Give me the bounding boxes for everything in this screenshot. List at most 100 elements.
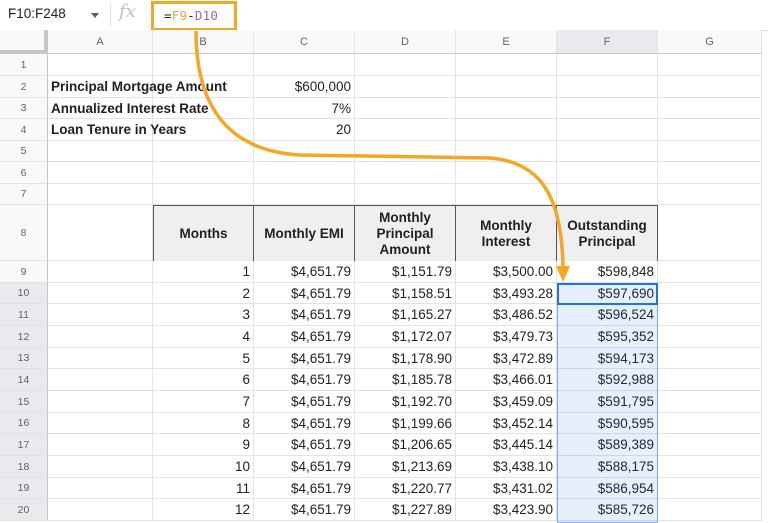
- table-cell[interactable]: $3,479.73: [456, 326, 557, 348]
- table-cell[interactable]: 2: [153, 283, 254, 304]
- name-box-dropdown-icon[interactable]: [91, 13, 99, 18]
- cell-a10[interactable]: [48, 283, 153, 304]
- cell-a17[interactable]: [48, 434, 153, 456]
- input-value[interactable]: $600,000: [254, 76, 355, 98]
- table-cell[interactable]: $1,151.79: [355, 261, 456, 283]
- cell-a16[interactable]: [48, 413, 153, 434]
- row-header-8[interactable]: 8: [0, 205, 48, 261]
- table-cell[interactable]: $597,690: [557, 283, 658, 304]
- table-cell[interactable]: $4,651.79: [254, 478, 355, 499]
- table-cell[interactable]: $1,185.78: [355, 369, 456, 391]
- cell-g2[interactable]: [658, 76, 762, 98]
- cell-a5[interactable]: [48, 141, 153, 162]
- cell-e7[interactable]: [456, 184, 557, 205]
- cell-b1[interactable]: [153, 54, 254, 76]
- cell-d7[interactable]: [355, 184, 456, 205]
- cell-e6[interactable]: [456, 162, 557, 184]
- cell-g10[interactable]: [658, 283, 762, 304]
- table-cell[interactable]: $1,227.89: [355, 499, 456, 521]
- table-cell[interactable]: 4: [153, 326, 254, 348]
- cell-g6[interactable]: [658, 162, 762, 184]
- cell-d1[interactable]: [355, 54, 456, 76]
- table-cell[interactable]: $589,389: [557, 434, 658, 456]
- table-cell[interactable]: $3,423.90: [456, 499, 557, 521]
- row-header-14[interactable]: 14: [0, 369, 48, 391]
- cell-g1[interactable]: [658, 54, 762, 76]
- cell-g14[interactable]: [658, 369, 762, 391]
- cell-g3[interactable]: [658, 98, 762, 119]
- table-cell[interactable]: $3,445.14: [456, 434, 557, 456]
- table-cell[interactable]: 5: [153, 348, 254, 369]
- row-header-18[interactable]: 18: [0, 456, 48, 478]
- cell-c1[interactable]: [254, 54, 355, 76]
- table-cell[interactable]: $3,493.28: [456, 283, 557, 304]
- cell-g19[interactable]: [658, 478, 762, 499]
- row-header-5[interactable]: 5: [0, 141, 48, 162]
- cell-b5[interactable]: [153, 141, 254, 162]
- table-cell[interactable]: $3,431.02: [456, 478, 557, 499]
- cell-f7[interactable]: [557, 184, 658, 205]
- cell-g9[interactable]: [658, 261, 762, 283]
- cell-e2[interactable]: [456, 76, 557, 98]
- table-cell[interactable]: 8: [153, 413, 254, 434]
- row-header-12[interactable]: 12: [0, 326, 48, 348]
- table-cell[interactable]: $1,178.90: [355, 348, 456, 369]
- table-cell[interactable]: $4,651.79: [254, 283, 355, 304]
- cell-a13[interactable]: [48, 348, 153, 369]
- cell-a7[interactable]: [48, 184, 153, 205]
- row-header-13[interactable]: 13: [0, 348, 48, 369]
- table-cell[interactable]: $4,651.79: [254, 499, 355, 521]
- cell-g16[interactable]: [658, 413, 762, 434]
- table-cell[interactable]: $1,172.07: [355, 326, 456, 348]
- table-cell[interactable]: $4,651.79: [254, 391, 355, 413]
- row-header-16[interactable]: 16: [0, 413, 48, 434]
- cell-f1[interactable]: [557, 54, 658, 76]
- table-cell[interactable]: $4,651.79: [254, 434, 355, 456]
- cell-g7[interactable]: [658, 184, 762, 205]
- cell-g5[interactable]: [658, 141, 762, 162]
- column-header-e[interactable]: E: [456, 30, 557, 54]
- column-header-b[interactable]: B: [153, 30, 254, 54]
- table-cell[interactable]: $1,213.69: [355, 456, 456, 478]
- table-cell[interactable]: $1,220.77: [355, 478, 456, 499]
- row-header-3[interactable]: 3: [0, 98, 48, 119]
- table-cell[interactable]: $1,165.27: [355, 304, 456, 326]
- row-header-6[interactable]: 6: [0, 162, 48, 184]
- cell-e1[interactable]: [456, 54, 557, 76]
- table-cell[interactable]: 6: [153, 369, 254, 391]
- row-header-17[interactable]: 17: [0, 434, 48, 456]
- table-cell[interactable]: 3: [153, 304, 254, 326]
- table-cell[interactable]: $3,452.14: [456, 413, 557, 434]
- row-header-7[interactable]: 7: [0, 184, 48, 205]
- table-cell[interactable]: $595,352: [557, 326, 658, 348]
- cell-a14[interactable]: [48, 369, 153, 391]
- table-cell[interactable]: $4,651.79: [254, 348, 355, 369]
- column-header-a[interactable]: A: [48, 30, 153, 54]
- cell-c7[interactable]: [254, 184, 355, 205]
- table-cell[interactable]: $4,651.79: [254, 413, 355, 434]
- input-value[interactable]: 20: [254, 119, 355, 141]
- input-value[interactable]: 7%: [254, 98, 355, 119]
- cell-a12[interactable]: [48, 326, 153, 348]
- table-cell[interactable]: $598,848: [557, 261, 658, 283]
- table-cell[interactable]: 9: [153, 434, 254, 456]
- name-box[interactable]: F10:F248: [8, 6, 66, 21]
- cell-a18[interactable]: [48, 456, 153, 478]
- table-cell[interactable]: $3,486.52: [456, 304, 557, 326]
- row-header-9[interactable]: 9: [0, 261, 48, 283]
- table-cell[interactable]: $596,524: [557, 304, 658, 326]
- table-cell[interactable]: $592,988: [557, 369, 658, 391]
- cell-f2[interactable]: [557, 76, 658, 98]
- cell-g15[interactable]: [658, 391, 762, 413]
- cell-g4[interactable]: [658, 119, 762, 141]
- column-header-f[interactable]: F: [557, 30, 658, 54]
- row-header-19[interactable]: 19: [0, 478, 48, 499]
- cell-b7[interactable]: [153, 184, 254, 205]
- cell-a11[interactable]: [48, 304, 153, 326]
- table-cell[interactable]: 7: [153, 391, 254, 413]
- row-header-4[interactable]: 4: [0, 119, 48, 141]
- table-cell[interactable]: $3,438.10: [456, 456, 557, 478]
- table-cell[interactable]: $586,954: [557, 478, 658, 499]
- cell-a15[interactable]: [48, 391, 153, 413]
- table-cell[interactable]: $3,500.00: [456, 261, 557, 283]
